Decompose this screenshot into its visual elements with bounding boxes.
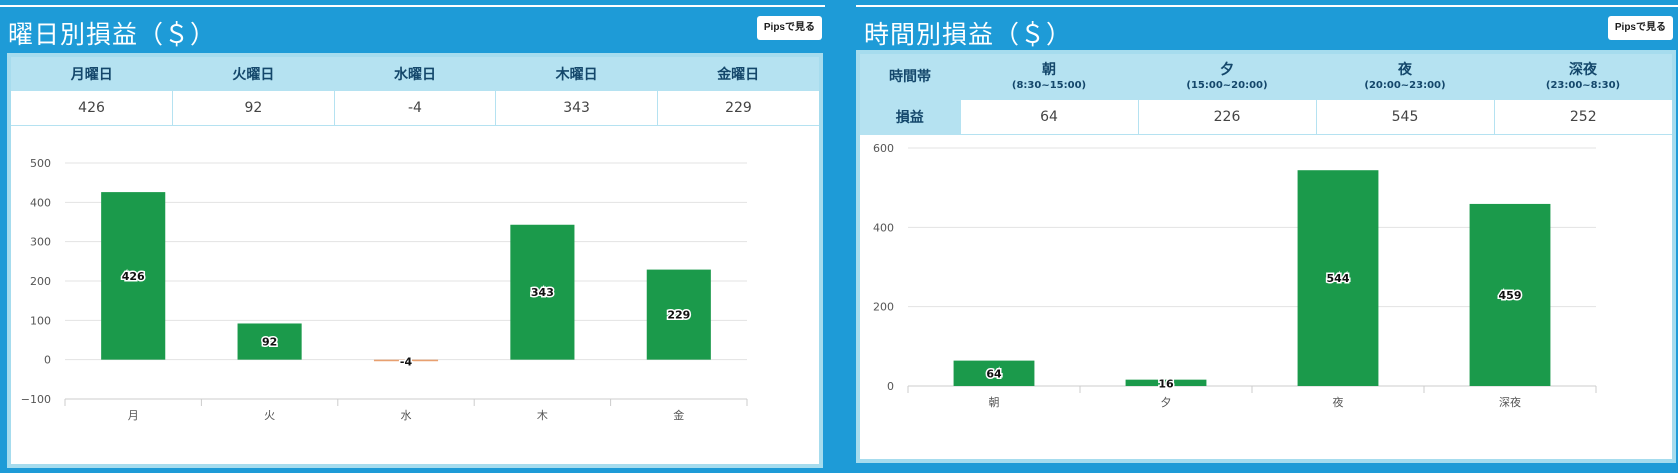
header-latenight: 深夜 (23:00~8:30)	[1494, 54, 1672, 100]
panel-top-rule	[0, 5, 825, 7]
hourly-header-row: 時間帯 朝 (8:30~15:00) 夕 (15:00~20:00) 夜 (20:00…	[860, 54, 1672, 100]
weekday-header-row: 月曜日 火曜日 水曜日 木曜日 金曜日	[11, 57, 819, 91]
y-tick-label: 0	[44, 354, 51, 367]
value-friday: 229	[656, 91, 819, 126]
header-evening-range: (15:00~20:00)	[1186, 80, 1268, 92]
value-evening: 226	[1137, 100, 1316, 135]
header-latenight-range: (23:00~8:30)	[1545, 80, 1621, 92]
x-tick-label: 木	[537, 409, 548, 422]
x-tick-label: 月	[128, 409, 139, 422]
y-tick-label: −100	[21, 393, 51, 406]
weekday-value-row: 426 92 -4 343 229	[11, 91, 819, 126]
bar-data-label: 459	[1499, 289, 1522, 302]
x-tick-label: 深夜	[1499, 395, 1521, 409]
bar-data-label: 229	[667, 309, 690, 322]
header-monday: 月曜日	[11, 57, 173, 91]
header-morning-range: (8:30~15:00)	[1011, 80, 1087, 92]
hourly-pnl-panel: 時間別損益（＄） Pipsで見る 時間帯 朝 (8:30~15:00) 夕 (15:…	[856, 5, 1678, 468]
weekday-pnl-panel: 曜日別損益（＄） Pipsで見る 月曜日 火曜日 水曜日 木曜日 金曜日 426…	[0, 5, 825, 468]
value-monday: 426	[11, 91, 173, 126]
y-tick-label: 400	[30, 196, 51, 209]
header-latenight-name: 深夜	[1569, 61, 1597, 78]
bar-data-label: 64	[986, 367, 1002, 380]
y-tick-label: 0	[887, 380, 894, 393]
y-tick-label: 200	[873, 301, 894, 314]
weekday-panel-title: 曜日別損益（＄）	[8, 20, 217, 49]
hourly-panel-title: 時間別損益（＄）	[864, 20, 1073, 49]
bar-data-label: 544	[1327, 272, 1350, 285]
header-morning: 朝 (8:30~15:00)	[960, 54, 1138, 100]
value-morning: 64	[959, 100, 1138, 135]
value-night: 545	[1315, 100, 1494, 135]
hourly-table: 時間帯 朝 (8:30~15:00) 夕 (15:00~20:00) 夜 (20:00…	[860, 54, 1672, 135]
hourly-card: 時間帯 朝 (8:30~15:00) 夕 (15:00~20:00) 夜 (20:00…	[856, 50, 1676, 463]
value-latenight: 252	[1493, 100, 1672, 135]
y-tick-label: 600	[873, 142, 894, 155]
y-tick-label: 100	[30, 314, 51, 327]
y-tick-label: 200	[30, 275, 51, 288]
header-wednesday: 水曜日	[334, 57, 496, 91]
header-timeslot: 時間帯	[860, 54, 960, 100]
x-tick-label: 金	[673, 408, 684, 422]
panel-top-rule	[856, 5, 1678, 7]
pnl-row-label: 損益	[860, 100, 960, 135]
x-tick-label: 水	[401, 409, 412, 422]
header-tuesday: 火曜日	[172, 57, 335, 91]
header-friday: 金曜日	[657, 57, 819, 91]
header-night-range: (20:00~23:00)	[1364, 80, 1446, 92]
weekday-bar-chart: −100 0 100 200 300 400 500 月 426 火 92 水 -4 木 343 金 229	[21, 157, 748, 422]
weekday-table: 月曜日 火曜日 水曜日 木曜日 金曜日 426 92 -4 343 229	[11, 57, 819, 126]
bar-data-label: 16	[1158, 378, 1174, 391]
value-wednesday: -4	[333, 91, 496, 126]
weekday-pips-button[interactable]: Pipsで見る	[756, 16, 822, 40]
bar-data-label: 92	[262, 336, 277, 349]
header-night: 夜 (20:00~23:00)	[1316, 54, 1494, 100]
header-evening: 夕 (15:00~20:00)	[1138, 54, 1316, 100]
value-tuesday: 92	[172, 91, 335, 126]
hourly-value-row: 損益 64 226 545 252	[860, 100, 1672, 135]
header-evening-name: 夕	[1220, 61, 1234, 78]
bar-data-label: 343	[531, 286, 554, 299]
bar-data-label: 426	[122, 270, 145, 283]
hourly-pips-button[interactable]: Pipsで見る	[1607, 16, 1673, 40]
weekday-card: 月曜日 火曜日 水曜日 木曜日 金曜日 426 92 -4 343 229 −1…	[7, 53, 823, 468]
x-tick-label: 火	[264, 409, 275, 422]
value-thursday: 343	[495, 91, 658, 126]
header-thursday: 木曜日	[495, 57, 658, 91]
bar-data-label: -4	[400, 356, 413, 369]
y-tick-label: 300	[30, 236, 51, 249]
y-tick-label: 400	[873, 221, 894, 234]
y-tick-label: 500	[30, 157, 51, 170]
x-tick-label: 夕	[1161, 396, 1172, 409]
x-tick-label: 朝	[989, 396, 1000, 409]
header-night-name: 夜	[1398, 61, 1412, 78]
header-morning-name: 朝	[1042, 61, 1056, 78]
hourly-bar-chart: 0 200 400 600 朝 64 夕 16 夜 544 深夜 459	[873, 142, 1597, 409]
x-tick-label: 夜	[1333, 395, 1344, 409]
